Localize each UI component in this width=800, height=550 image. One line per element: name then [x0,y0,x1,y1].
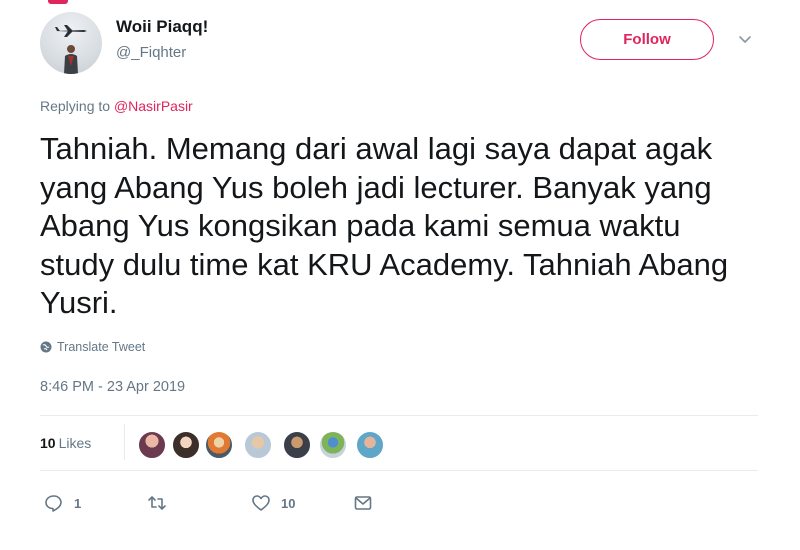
reply-count: 1 [74,495,82,511]
liker-avatar[interactable] [171,430,201,460]
message-action[interactable] [353,493,373,513]
liker-avatar[interactable] [282,430,312,460]
avatar[interactable] [40,12,102,74]
likes-label: Likes [58,435,92,451]
heart-icon[interactable] [251,493,271,513]
top-accent-bar [48,0,68,4]
user-handle[interactable]: @_Fiqhter [116,44,186,61]
likes-separator [124,424,125,460]
liker-avatar[interactable] [355,430,385,460]
display-name[interactable]: Woii Piaqq! [116,17,208,37]
divider [40,470,758,471]
person-graphic [64,45,78,74]
caret-down-icon[interactable] [737,34,753,46]
message-icon[interactable] [353,493,373,513]
retweet-action[interactable] [147,493,177,513]
liker-avatar[interactable] [137,430,167,460]
tweet-timestamp[interactable]: 8:46 PM - 23 Apr 2019 [40,379,185,395]
liker-avatar[interactable] [318,430,348,460]
like-action[interactable]: 10 [251,493,295,513]
mention-link[interactable]: @NasirPasir [114,98,193,114]
likes-count: 10 [40,435,56,451]
retweet-icon[interactable] [147,493,167,513]
reply-icon[interactable] [44,493,64,513]
reply-action[interactable]: 1 [44,493,81,513]
reply-context-prefix: Replying to [40,98,114,114]
liker-avatar[interactable] [204,430,234,460]
tweet-text: Tahniah. Memang dari awal lagi saya dapa… [40,131,729,320]
likes-summary[interactable]: 10 Likes [40,435,91,451]
translate-tweet-link[interactable]: Translate Tweet [40,340,145,354]
divider [40,415,758,416]
liker-avatar[interactable] [243,430,273,460]
like-count: 10 [281,495,296,511]
globe-icon [40,341,52,353]
airplane-graphic [55,25,87,37]
follow-button[interactable]: Follow [580,19,714,60]
translate-label[interactable]: Translate Tweet [57,340,145,354]
reply-context: Replying to @NasirPasir [40,98,193,114]
